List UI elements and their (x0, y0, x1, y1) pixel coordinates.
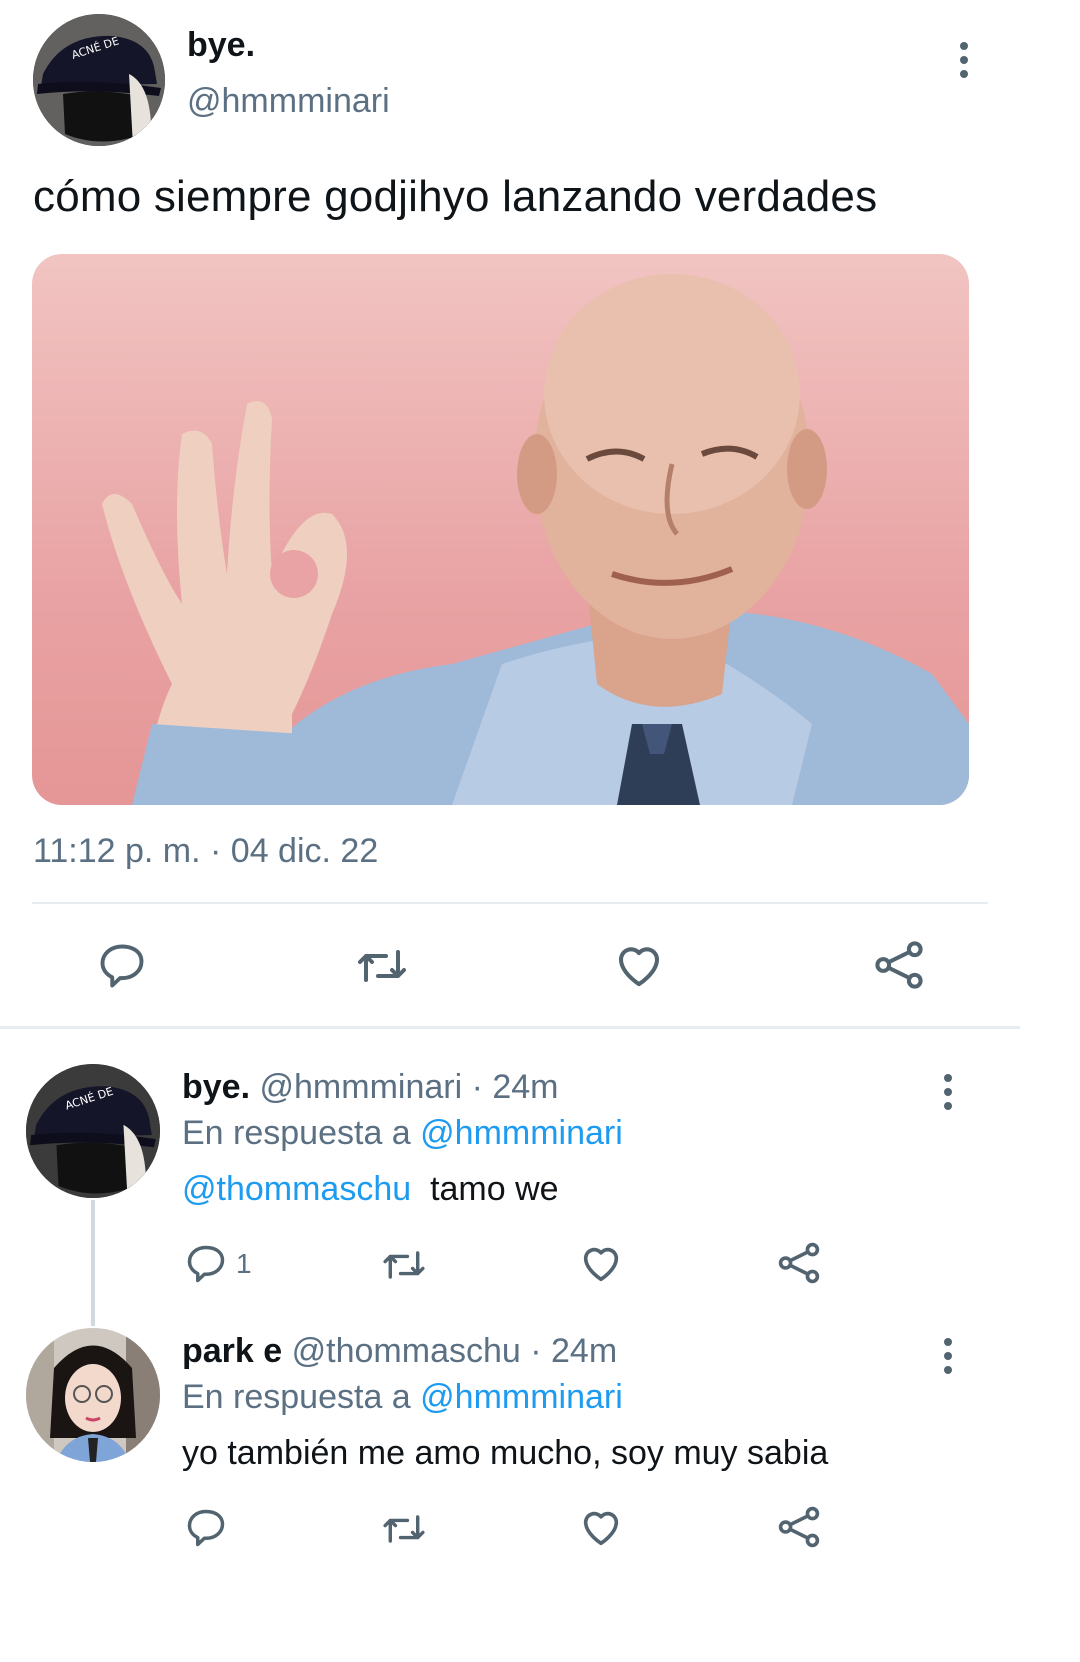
like-icon[interactable] (612, 938, 666, 992)
reply-header: bye. @hmmminari · 24m (182, 1068, 559, 1107)
reply-handle[interactable]: @hmmminari (260, 1068, 463, 1106)
like-icon[interactable] (578, 1240, 624, 1286)
reply-avatar[interactable]: ACNÉ DE (26, 1064, 160, 1198)
share-icon[interactable] (776, 1240, 822, 1286)
avatar-image (26, 1328, 160, 1462)
reply-icon[interactable] (96, 940, 148, 992)
reply-body: tamo we (430, 1170, 559, 1208)
reply-icon[interactable] (184, 1506, 228, 1550)
reply-handle[interactable]: @thommaschu (292, 1332, 521, 1370)
reply-context-handle[interactable]: @hmmminari (420, 1378, 623, 1416)
reply-context-prefix: En respuesta a (182, 1114, 411, 1152)
share-icon[interactable] (776, 1504, 822, 1550)
retweet-icon[interactable] (380, 1244, 428, 1286)
more-options-icon[interactable] (956, 42, 972, 78)
reply-avatar[interactable] (26, 1328, 160, 1462)
reply-text: @thommaschu tamo we (182, 1170, 559, 1209)
mention-link[interactable]: @thommaschu (182, 1170, 411, 1208)
retweet-icon[interactable] (380, 1508, 428, 1550)
reply-reply-button[interactable]: 1 (184, 1242, 252, 1286)
divider (32, 902, 988, 904)
avatar-image: ACNÉ DE (26, 1064, 160, 1198)
retweet-icon[interactable] (354, 942, 410, 990)
tweet-text: cómo siempre godjihyo lanzando verdades (33, 172, 878, 221)
reply-context-prefix: En respuesta a (182, 1378, 411, 1416)
display-name[interactable]: bye. (187, 26, 255, 65)
reply-count: 1 (236, 1248, 252, 1279)
thread-line (91, 1200, 95, 1326)
reply-more-options-icon[interactable] (940, 1338, 956, 1374)
reply-header: park e @thommaschu · 24m (182, 1332, 617, 1371)
avatar[interactable]: ACNÉ DE (33, 14, 165, 146)
reply-body: yo también me amo mucho, soy muy sabia (182, 1434, 829, 1472)
reply-display-name[interactable]: bye. (182, 1068, 250, 1106)
reply-time[interactable]: · 24m (530, 1332, 617, 1370)
like-icon[interactable] (578, 1504, 624, 1550)
reply-context: En respuesta a @hmmminari (182, 1378, 623, 1417)
photo-man-ok-hand (102, 274, 969, 805)
handle[interactable]: @hmmminari (187, 82, 390, 121)
tweet-timestamp[interactable]: 11:12 p. m. · 04 dic. 22 (33, 832, 378, 871)
reply-time[interactable]: · 24m (472, 1068, 559, 1106)
reply-context-handle[interactable]: @hmmminari (420, 1114, 623, 1152)
reply-context: En respuesta a @hmmminari (182, 1114, 623, 1153)
share-icon[interactable] (872, 938, 926, 992)
section-divider (0, 1026, 1020, 1029)
avatar-image: ACNÉ DE (33, 14, 165, 146)
tweet-media-image[interactable] (32, 254, 969, 805)
reply-display-name[interactable]: park e (182, 1332, 282, 1370)
reply-icon (184, 1242, 228, 1286)
reply-more-options-icon[interactable] (940, 1074, 956, 1110)
